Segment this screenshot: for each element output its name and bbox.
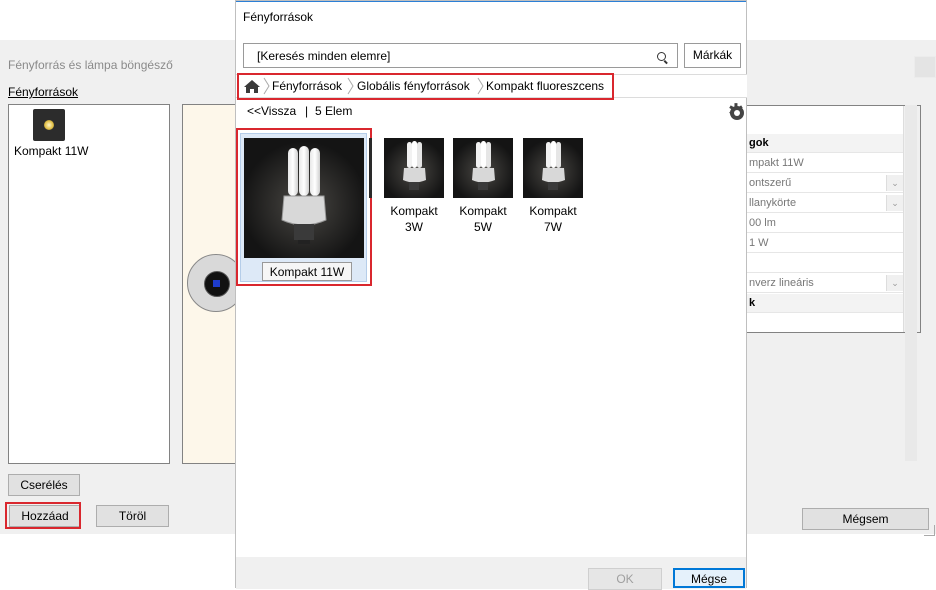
gear-icon[interactable] [728,100,744,123]
item-label: Kompakt 5W [459,204,507,234]
window-scrollbar[interactable] [905,105,917,461]
replace-button[interactable]: Cserélés [8,474,80,496]
list-item[interactable]: Kompakt 11W [9,105,89,163]
chevron-down-icon[interactable]: ⌄ [886,195,903,211]
property-row[interactable]: 1 W [746,234,903,253]
property-row[interactable]: k [746,294,903,313]
lamp-thumbnail [384,138,444,198]
dialog-title: Fényforrások [243,10,314,24]
cancel-button[interactable]: Mégse [673,568,745,588]
chevron-down-icon[interactable]: ⌄ [886,275,903,291]
properties-panel[interactable]: gok mpakt 11W ontszerű ⌄ llanykörte ⌄ 00 lm 1 W… [745,105,921,333]
cfl-bulb-icon [542,141,565,190]
lamp-thumbnail [523,138,583,198]
property-row[interactable]: ontszerű ⌄ [746,174,903,193]
dialog-footer [236,557,746,589]
property-row[interactable]: 00 lm [746,214,903,233]
close-button[interactable] [914,56,936,78]
title-accent-line [236,1,746,2]
property-row[interactable]: llanykörte ⌄ [746,194,903,213]
add-button-highlight [5,502,81,529]
item-label: Kompakt 3W [390,204,438,234]
brands-button[interactable]: Márkák [684,43,741,68]
ok-button[interactable]: OK [588,568,662,590]
cfl-bulb-icon [472,141,495,190]
property-row[interactable]: gok [746,134,903,153]
back-link[interactable]: <<Vissza [247,104,296,118]
property-row[interactable] [746,314,903,332]
chevron-down-icon[interactable]: ⌄ [886,175,903,191]
item-edge [369,138,372,198]
search-icon[interactable] [657,52,666,61]
property-value: k [749,297,756,309]
item-tile[interactable]: Kompakt 5W [452,138,514,235]
property-value: 1 W [749,237,769,249]
window-title: Fényforrás és lámpa böngésző [8,58,173,72]
property-row[interactable]: nverz lineáris ⌄ [746,274,903,293]
property-value: ontszerű [749,177,792,189]
light-source-list[interactable]: Kompakt 11W [8,104,170,464]
lamp-thumbnail [33,109,65,141]
cancel-button-background[interactable]: Mégsem [802,508,929,530]
list-item-label: Kompakt 11W [14,144,89,158]
property-value: 00 lm [749,217,776,229]
item-tile[interactable]: Kompakt 3W [383,138,445,235]
lamp-thumbnail [453,138,513,198]
search-placeholder: [Keresés minden elemre] [257,49,391,63]
breadcrumb-highlight [237,73,614,100]
light-sources-dialog: Fényforrások [Keresés minden elemre] Már… [235,0,747,590]
selection-highlight [236,128,372,286]
resize-grip-icon[interactable] [924,525,935,536]
search-input[interactable]: [Keresés minden elemre] [243,43,678,68]
property-value: nverz lineáris [749,277,814,289]
item-count: 5 Elem [315,104,353,118]
property-row[interactable]: mpakt 11W [746,154,903,173]
property-value: mpakt 11W [749,157,804,169]
property-row[interactable] [746,254,903,273]
property-value: gok [749,137,769,149]
item-tile[interactable]: Kompakt 7W [522,138,584,235]
item-label: Kompakt 7W [529,204,577,234]
light-sources-label[interactable]: Fényforrások [8,85,78,99]
delete-button[interactable]: Töröl [96,505,169,527]
nav-separator: | [305,104,309,118]
cfl-bulb-icon [403,141,426,190]
property-value: llanykörte [749,197,797,209]
